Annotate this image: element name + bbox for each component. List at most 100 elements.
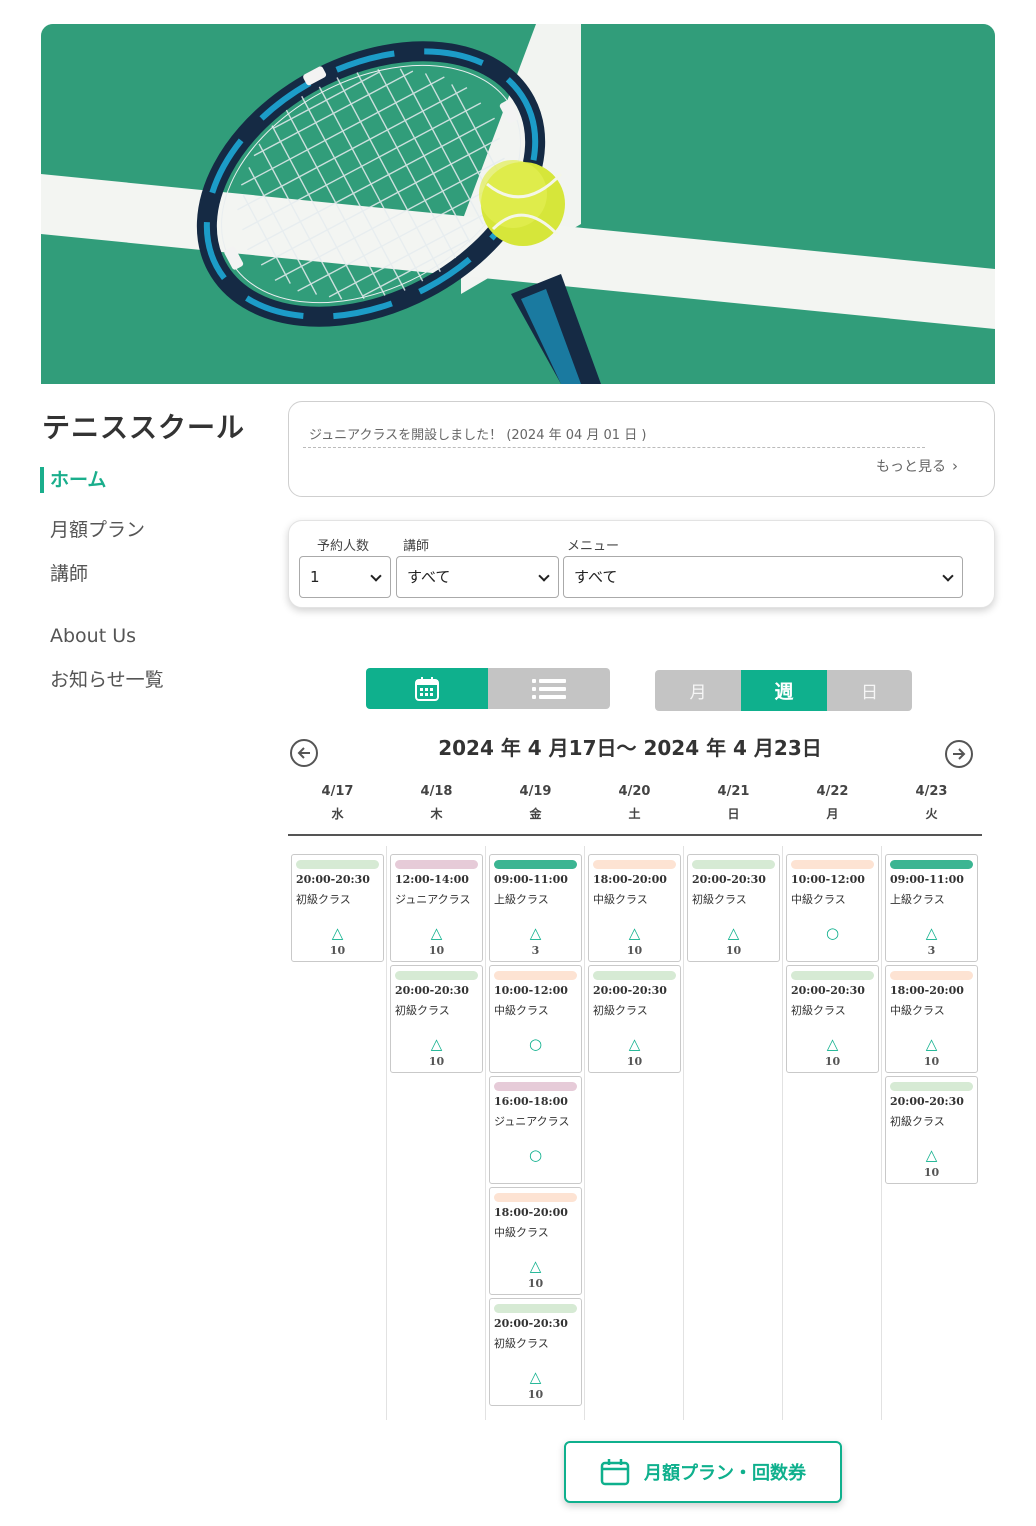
news-item[interactable]: ジュニアクラスを開設しました！ (2024 年 04 月 01 日 ): [303, 424, 925, 448]
class-slot[interactable]: 12:00-14:00 ジュニアクラス △ 10: [390, 854, 483, 962]
day-header-row: 4/17 水 4/18 木 4/19 金 4/20 土 4/21 日 4/22 月 4/23…: [288, 780, 982, 836]
sidebar-item-home[interactable]: ホーム: [40, 467, 260, 493]
chevron-down-icon: [370, 570, 382, 582]
slot-class-name: 初級クラス: [692, 893, 747, 906]
availability-mark: △: [529, 1257, 542, 1275]
remaining-count: 10: [527, 1277, 544, 1290]
calendar-icon: [415, 676, 439, 701]
level-color-bar: [494, 971, 577, 980]
slot-time: 20:00-20:30: [791, 984, 865, 997]
level-color-bar: [494, 1304, 577, 1313]
remaining-count: 10: [824, 1055, 841, 1068]
availability-mark: △: [529, 1368, 542, 1386]
chevron-down-icon: [942, 570, 954, 582]
day-column: 12:00-14:00 ジュニアクラス △ 10 20:00-20:30 初級クラス △ 10: [387, 846, 486, 1420]
remaining-count: 10: [923, 1166, 940, 1179]
class-slot[interactable]: 18:00-20:00 中級クラス △ 10: [885, 965, 978, 1073]
day-header: 4/19 金: [519, 784, 552, 821]
tab-day[interactable]: 日: [827, 670, 912, 711]
class-slot[interactable]: 16:00-18:00 ジュニアクラス ○: [489, 1076, 582, 1184]
sidebar-item-instructors[interactable]: 講師: [40, 556, 260, 592]
view-mode-toggle: [366, 668, 610, 709]
availability-mark: △: [331, 924, 344, 942]
day-column: 10:00-12:00 中級クラス ○ 20:00-20:30 初級クラス △ 10: [783, 846, 882, 1420]
list-view-button[interactable]: [488, 668, 610, 709]
slot-time: 10:00-12:00: [791, 873, 865, 886]
class-slot[interactable]: 20:00-20:30 初級クラス △ 10: [390, 965, 483, 1073]
calendar-view-button[interactable]: [366, 668, 488, 709]
class-slot[interactable]: 18:00-20:00 中級クラス △ 10: [588, 854, 681, 962]
class-slot[interactable]: 20:00-20:30 初級クラス △ 10: [687, 854, 780, 962]
instructor-select[interactable]: すべて: [396, 556, 559, 598]
remaining-count: 10: [725, 944, 742, 957]
arrow-right-icon: [953, 748, 966, 760]
slot-class-name: ジュニアクラス: [494, 1115, 570, 1128]
news-box: ジュニアクラスを開設しました！ (2024 年 04 月 01 日 ) もっと見…: [288, 401, 995, 497]
class-slot[interactable]: 20:00-20:30 初級クラス △ 10: [291, 854, 384, 962]
availability-mark: △: [727, 924, 740, 942]
slot-class-name: 初級クラス: [395, 1004, 450, 1017]
day-column: 20:00-20:30 初級クラス △ 10: [684, 846, 783, 1420]
slot-class-name: 中級クラス: [593, 893, 648, 906]
remaining-count: 3: [531, 944, 540, 957]
sidebar-item-about[interactable]: About Us: [40, 618, 260, 654]
class-slot[interactable]: 20:00-20:30 初級クラス △ 10: [885, 1076, 978, 1184]
sidebar-nav: ホーム 月額プラン 講師 About Us お知らせ一覧: [40, 462, 260, 706]
slot-class-name: 上級クラス: [494, 893, 549, 906]
availability-mark: △: [925, 1035, 938, 1053]
class-slot[interactable]: 09:00-11:00 上級クラス △ 3: [489, 854, 582, 962]
sidebar-item-news-list[interactable]: お知らせ一覧: [40, 662, 260, 698]
availability-mark: △: [925, 924, 938, 942]
slot-time: 20:00-20:30: [296, 873, 370, 886]
slot-time: 20:00-20:30: [494, 1317, 568, 1330]
slot-time: 12:00-14:00: [395, 873, 469, 886]
slot-class-name: 上級クラス: [890, 893, 945, 906]
tab-week[interactable]: 週: [741, 670, 827, 711]
news-more-link[interactable]: もっと見る ›: [876, 456, 958, 476]
monthly-plan-ticket-button[interactable]: 月額プラン・回数券: [564, 1441, 842, 1503]
remaining-count: 10: [329, 944, 346, 957]
slot-time: 20:00-20:30: [692, 873, 766, 886]
sidebar-item-monthly-plan[interactable]: 月額プラン: [40, 512, 260, 548]
slot-time: 20:00-20:30: [890, 1095, 964, 1108]
level-color-bar: [593, 971, 676, 980]
slot-time: 18:00-20:00: [494, 1206, 568, 1219]
day-header: 4/23 火: [915, 784, 948, 821]
next-week-button[interactable]: [945, 740, 973, 768]
hero-image: [41, 24, 995, 384]
availability-mark: △: [925, 1146, 938, 1164]
period-toggle: 月 週 日: [655, 670, 912, 711]
class-slot[interactable]: 10:00-12:00 中級クラス ○: [786, 854, 879, 962]
availability-mark: ○: [528, 1035, 543, 1053]
class-slot[interactable]: 20:00-20:30 初級クラス △ 10: [489, 1298, 582, 1406]
class-slot[interactable]: 20:00-20:30 初級クラス △ 10: [786, 965, 879, 1073]
class-slot[interactable]: 09:00-11:00 上級クラス △ 3: [885, 854, 978, 962]
class-slot[interactable]: 18:00-20:00 中級クラス △ 10: [489, 1187, 582, 1295]
people-count-select[interactable]: 1: [299, 556, 391, 598]
chevron-down-icon: [538, 570, 550, 582]
slot-class-name: 初級クラス: [593, 1004, 648, 1017]
day-column: 09:00-11:00 上級クラス △ 3 10:00-12:00 中級クラス ○ 16:00…: [486, 846, 585, 1420]
instructor-value: すべて: [407, 568, 451, 586]
tab-month[interactable]: 月: [655, 670, 741, 711]
class-slot[interactable]: 10:00-12:00 中級クラス ○: [489, 965, 582, 1073]
list-icon: [532, 678, 566, 699]
menu-value: すべて: [574, 568, 618, 586]
slot-class-name: 初級クラス: [494, 1337, 549, 1350]
slot-class-name: 初級クラス: [890, 1115, 945, 1128]
availability-mark: △: [628, 1035, 641, 1053]
level-color-bar: [395, 971, 478, 980]
availability-mark: △: [628, 924, 641, 942]
slot-class-name: 中級クラス: [791, 893, 846, 906]
slot-time: 09:00-11:00: [494, 873, 568, 886]
level-color-bar: [395, 860, 478, 869]
day-column: 20:00-20:30 初級クラス △ 10: [288, 846, 387, 1420]
menu-select[interactable]: すべて: [563, 556, 963, 598]
class-slot[interactable]: 20:00-20:30 初級クラス △ 10: [588, 965, 681, 1073]
slot-time: 20:00-20:30: [395, 984, 469, 997]
day-header: 4/21 日: [717, 784, 750, 821]
schedule-grid: 20:00-20:30 初級クラス △ 10 12:00-14:00 ジュニアクラス △ 10…: [288, 846, 982, 1420]
day-column: 18:00-20:00 中級クラス △ 10 20:00-20:30 初級クラス △ 10: [585, 846, 684, 1420]
level-color-bar: [890, 971, 973, 980]
day-column: 09:00-11:00 上級クラス △ 3 18:00-20:00 中級クラス △ 10 20:…: [882, 846, 981, 1420]
